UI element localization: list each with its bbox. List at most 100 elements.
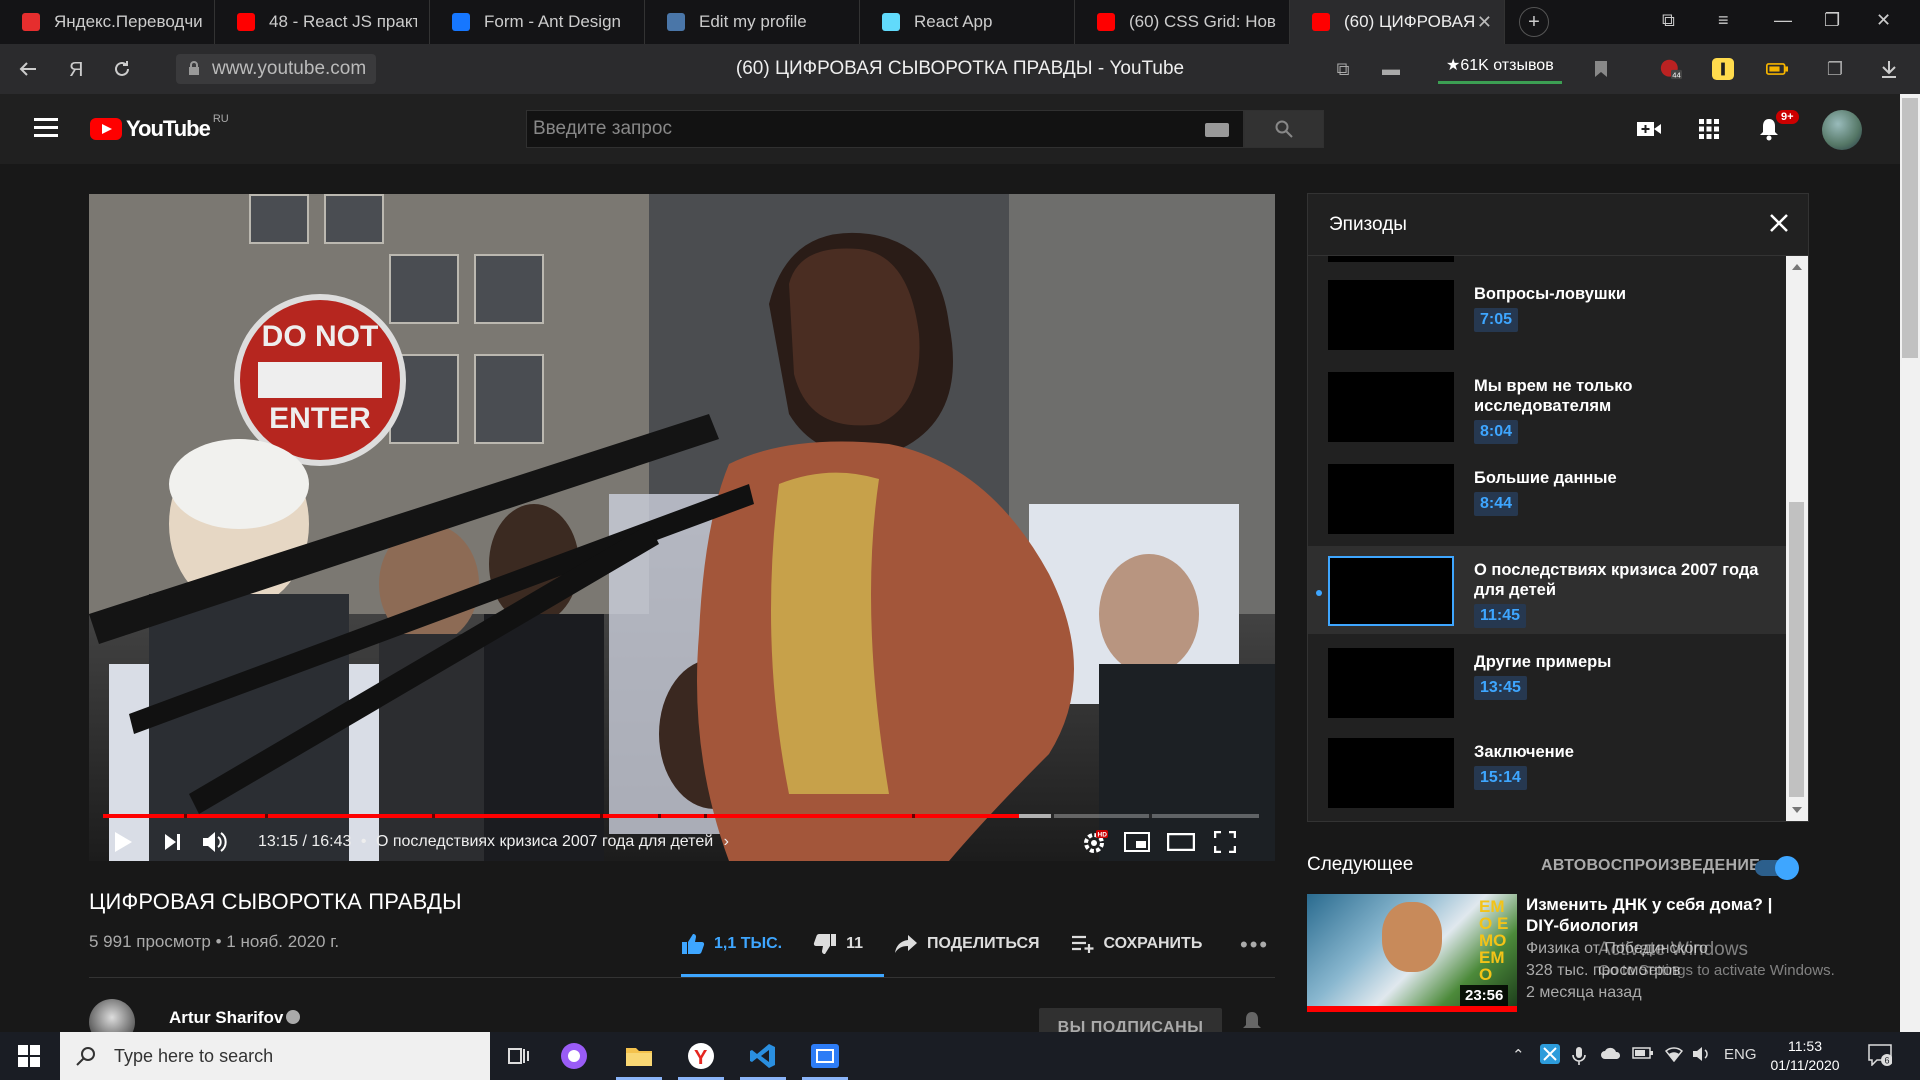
more-actions-icon[interactable]: ••• — [1240, 932, 1269, 958]
minimize-icon[interactable]: — — [1774, 10, 1792, 31]
volume-button[interactable] — [201, 828, 229, 856]
channel-avatar[interactable] — [89, 999, 135, 1032]
file-explorer-icon[interactable] — [610, 1032, 668, 1080]
extension-adblock-icon[interactable]: 44 — [1660, 58, 1682, 80]
browser-tab[interactable]: Edit my profile — [645, 0, 860, 44]
yandex-browser-icon[interactable]: Y — [672, 1032, 730, 1080]
share-button[interactable]: ПОДЕЛИТЬСЯ — [893, 932, 1040, 956]
episodes-scrollbar[interactable] — [1786, 256, 1808, 821]
menu-icon[interactable]: ≡ — [1718, 10, 1729, 31]
episode-thumb-partial — [1328, 256, 1454, 262]
apps-grid-icon[interactable] — [1694, 114, 1724, 144]
browser-tab[interactable]: Яндекс.Переводчик — [0, 0, 215, 44]
dislike-button[interactable]: 11 — [812, 932, 863, 956]
episode-timestamp[interactable]: 8:04 — [1474, 420, 1519, 444]
search-input[interactable] — [527, 111, 1167, 147]
browser-tab[interactable]: Form - Ant Design — [430, 0, 645, 44]
comments-icon[interactable]: ▬ — [1380, 58, 1402, 80]
like-button[interactable]: 1,1 ТЫС. — [680, 932, 782, 956]
close-window-icon[interactable]: ✕ — [1876, 10, 1891, 31]
episode-item[interactable]: Заключение 15:14 — [1308, 728, 1786, 816]
speaker-icon[interactable] — [1692, 1046, 1712, 1066]
input-language[interactable]: ENG — [1724, 1046, 1757, 1063]
crowd-scene-illustration — [89, 232, 1275, 861]
alice-icon[interactable] — [545, 1032, 603, 1080]
episode-timestamp[interactable]: 7:05 — [1474, 308, 1519, 332]
play-button[interactable] — [109, 828, 137, 856]
scroll-thumb[interactable] — [1789, 502, 1804, 797]
download-icon[interactable] — [1878, 58, 1900, 80]
save-button[interactable]: СОХРАНИТЬ — [1070, 932, 1202, 956]
microphone-icon[interactable] — [1572, 1046, 1586, 1070]
action-center-icon[interactable]: 6 — [1868, 1044, 1893, 1067]
keyboard-icon[interactable] — [1205, 123, 1229, 137]
fullscreen-button[interactable] — [1211, 828, 1239, 856]
url-field[interactable]: www.youtube.com — [176, 54, 377, 84]
theater-mode-button[interactable] — [1167, 828, 1195, 856]
reviews-button[interactable]: ★61K отзывов — [1438, 52, 1562, 84]
episode-timestamp[interactable]: 11:45 — [1474, 604, 1527, 628]
episode-timestamp[interactable]: 15:14 — [1474, 766, 1527, 790]
miniplayer-button[interactable] — [1123, 828, 1151, 856]
browser-tab[interactable]: React App — [860, 0, 1075, 44]
taskbar-search-input[interactable] — [114, 1045, 474, 1067]
collections-icon[interactable]: ❐ — [1824, 58, 1846, 80]
close-icon[interactable] — [1768, 212, 1792, 236]
new-tab-button[interactable]: + — [1519, 7, 1549, 37]
screen-recorder-icon[interactable] — [796, 1032, 854, 1080]
search-button[interactable] — [1244, 110, 1324, 148]
menu-icon[interactable] — [34, 118, 58, 138]
episode-item[interactable]: О последствиях кризиса 2007 года для дет… — [1308, 546, 1786, 634]
onedrive-icon[interactable] — [1600, 1046, 1622, 1064]
extension-yellow-icon[interactable] — [1712, 58, 1734, 80]
wifi-icon[interactable] — [1664, 1046, 1684, 1066]
start-button[interactable] — [0, 1032, 58, 1080]
progress-bar[interactable] — [103, 814, 1259, 818]
pin-tab-icon[interactable]: ⧉ — [1662, 10, 1675, 31]
video-player[interactable]: DO NOT ENTER 13:15 / 16:43 • О последств… — [89, 194, 1275, 861]
activate-windows-subtitle: Go to Settings to activate Windows. — [1598, 962, 1835, 979]
episode-timestamp[interactable]: 13:45 — [1474, 676, 1527, 700]
close-tab-icon[interactable]: ✕ — [1477, 12, 1492, 33]
browser-tab[interactable]: 48 - React JS практик — [215, 0, 430, 44]
episode-item[interactable]: Другие примеры 13:45 — [1308, 638, 1786, 726]
scroll-up-icon[interactable] — [1792, 264, 1802, 270]
scroll-down-icon[interactable] — [1792, 807, 1802, 813]
episode-item[interactable]: Большие данные 8:44 — [1308, 454, 1786, 542]
autoplay-toggle[interactable] — [1755, 856, 1799, 880]
browser-tab[interactable]: (60) CSS Grid: Новый — [1075, 0, 1290, 44]
episode-item[interactable]: Вопросы-ловушки 7:05 — [1308, 270, 1786, 358]
next-video-title[interactable]: Изменить ДНК у себя дома? | DIY-биология — [1526, 894, 1786, 936]
next-button[interactable] — [159, 828, 187, 856]
create-video-icon[interactable] — [1634, 114, 1664, 144]
autoplay-label: АВТОВОСПРОИЗВЕДЕНИЕ — [1541, 857, 1761, 874]
subscription-bell-icon[interactable] — [1240, 1010, 1264, 1032]
tabs-icon[interactable]: ⧉ — [1332, 58, 1354, 80]
page-scrollbar[interactable] — [1900, 94, 1920, 1032]
tray-overflow-icon[interactable]: ⌃ — [1512, 1046, 1525, 1064]
battery-saver-icon[interactable] — [1766, 58, 1788, 80]
episode-timestamp[interactable]: 8:44 — [1474, 492, 1519, 516]
settings-button[interactable]: HD — [1081, 828, 1109, 856]
tab-strip: Яндекс.Переводчик 48 - React JS практик Fo… — [0, 0, 1920, 44]
yandex-home-icon[interactable]: Я — [62, 55, 90, 83]
youtube-logo[interactable]: YouTube RU — [90, 113, 229, 142]
browser-tab[interactable]: (60) ЦИФРОВАЯ С✕ — [1290, 0, 1505, 44]
chapter-title[interactable]: О последствиях кризиса 2007 года для дет… — [376, 833, 713, 850]
episode-item[interactable]: Мы врем не только исследователям 8:04 — [1308, 362, 1786, 450]
battery-icon[interactable] — [1632, 1046, 1654, 1064]
taskbar-clock[interactable]: 11:53 01/11/2020 — [1770, 1037, 1840, 1075]
played-bar — [103, 814, 1019, 818]
vscode-icon[interactable] — [734, 1032, 792, 1080]
back-icon[interactable] — [14, 55, 42, 83]
tray-app-icon[interactable] — [1540, 1044, 1560, 1068]
chevron-right-icon[interactable]: › — [724, 833, 729, 850]
restore-icon[interactable]: ❐ — [1824, 10, 1840, 31]
account-avatar[interactable] — [1822, 110, 1862, 150]
episode-title: Заключение — [1474, 743, 1574, 761]
task-view-icon[interactable] — [490, 1032, 548, 1080]
bookmark-icon[interactable] — [1590, 58, 1612, 80]
reload-icon[interactable] — [108, 55, 136, 83]
channel-name[interactable]: Artur Sharifov — [169, 1008, 283, 1028]
subscribed-button[interactable]: ВЫ ПОДПИСАНЫ — [1039, 1008, 1222, 1032]
